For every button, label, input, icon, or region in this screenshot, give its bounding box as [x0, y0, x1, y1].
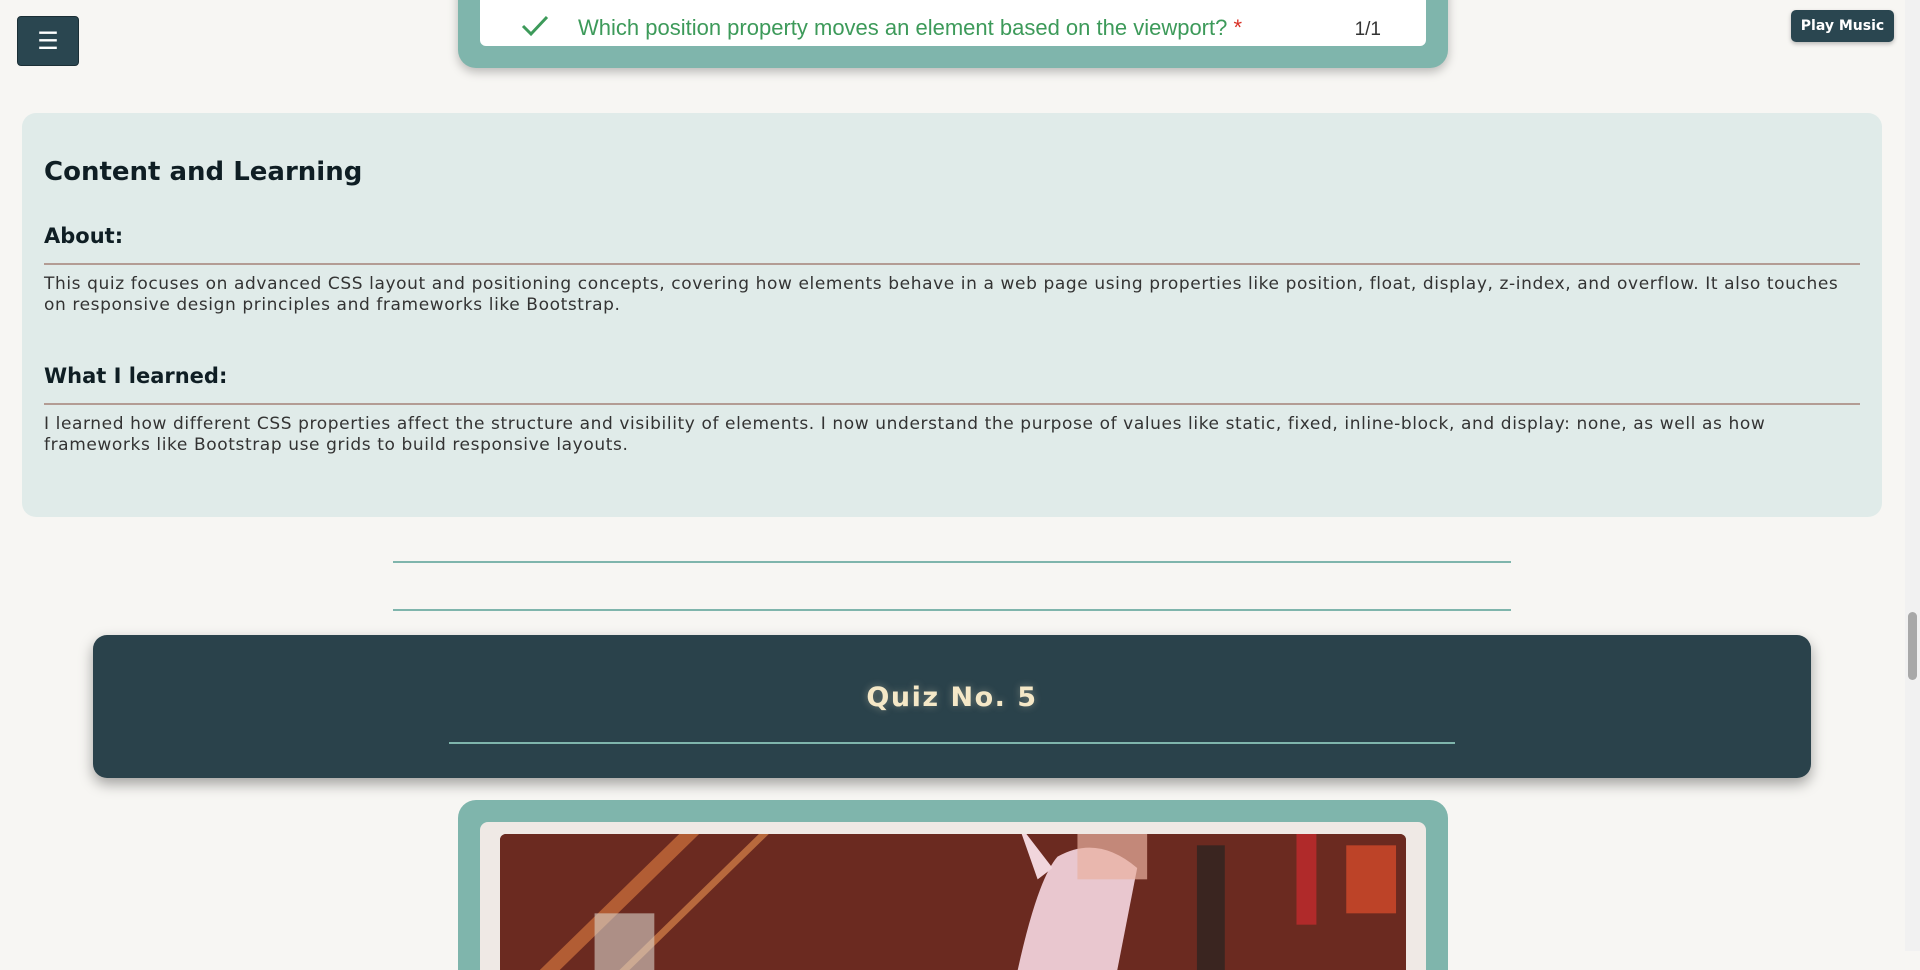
quiz-cover-image: [500, 834, 1406, 970]
learned-text: I learned how different CSS properties a…: [44, 414, 1766, 455]
banner-divider: [449, 742, 1455, 744]
learned-divider: [44, 403, 1860, 405]
question-score: 1/1: [1354, 19, 1381, 40]
section-divider-top: [393, 561, 1511, 563]
quiz-form-panel: Which position property moves an element…: [480, 0, 1426, 46]
section-title: Content and Learning: [44, 157, 363, 187]
check-icon: [521, 15, 549, 37]
about-divider: [44, 263, 1860, 265]
section-divider-bottom: [393, 609, 1511, 611]
hamburger-menu-icon: ☰: [37, 27, 59, 55]
play-music-button[interactable]: Play Music: [1791, 10, 1894, 42]
artwork-illustration: [500, 834, 1406, 970]
previous-quiz-card: Which position property moves an element…: [458, 0, 1448, 68]
next-quiz-card: [458, 800, 1448, 970]
menu-button[interactable]: ☰: [17, 16, 79, 66]
question-row: Which position property moves an element…: [520, 8, 1386, 44]
about-text: This quiz focuses on advanced CSS layout…: [44, 274, 1839, 315]
required-asterisk: *: [1233, 15, 1243, 40]
scrollbar-thumb[interactable]: [1908, 612, 1917, 680]
learned-heading: What I learned:: [44, 364, 228, 388]
question-text: Which position property moves an element…: [578, 15, 1228, 40]
page-scrollbar[interactable]: [1905, 0, 1920, 951]
about-heading: About:: [44, 224, 124, 248]
quiz-banner: Quiz No. 5: [93, 635, 1811, 778]
quiz-image-frame: [480, 822, 1426, 970]
content-learning-section: Content and Learning About: This quiz fo…: [22, 113, 1882, 517]
quiz-title: Quiz No. 5: [866, 682, 1038, 713]
